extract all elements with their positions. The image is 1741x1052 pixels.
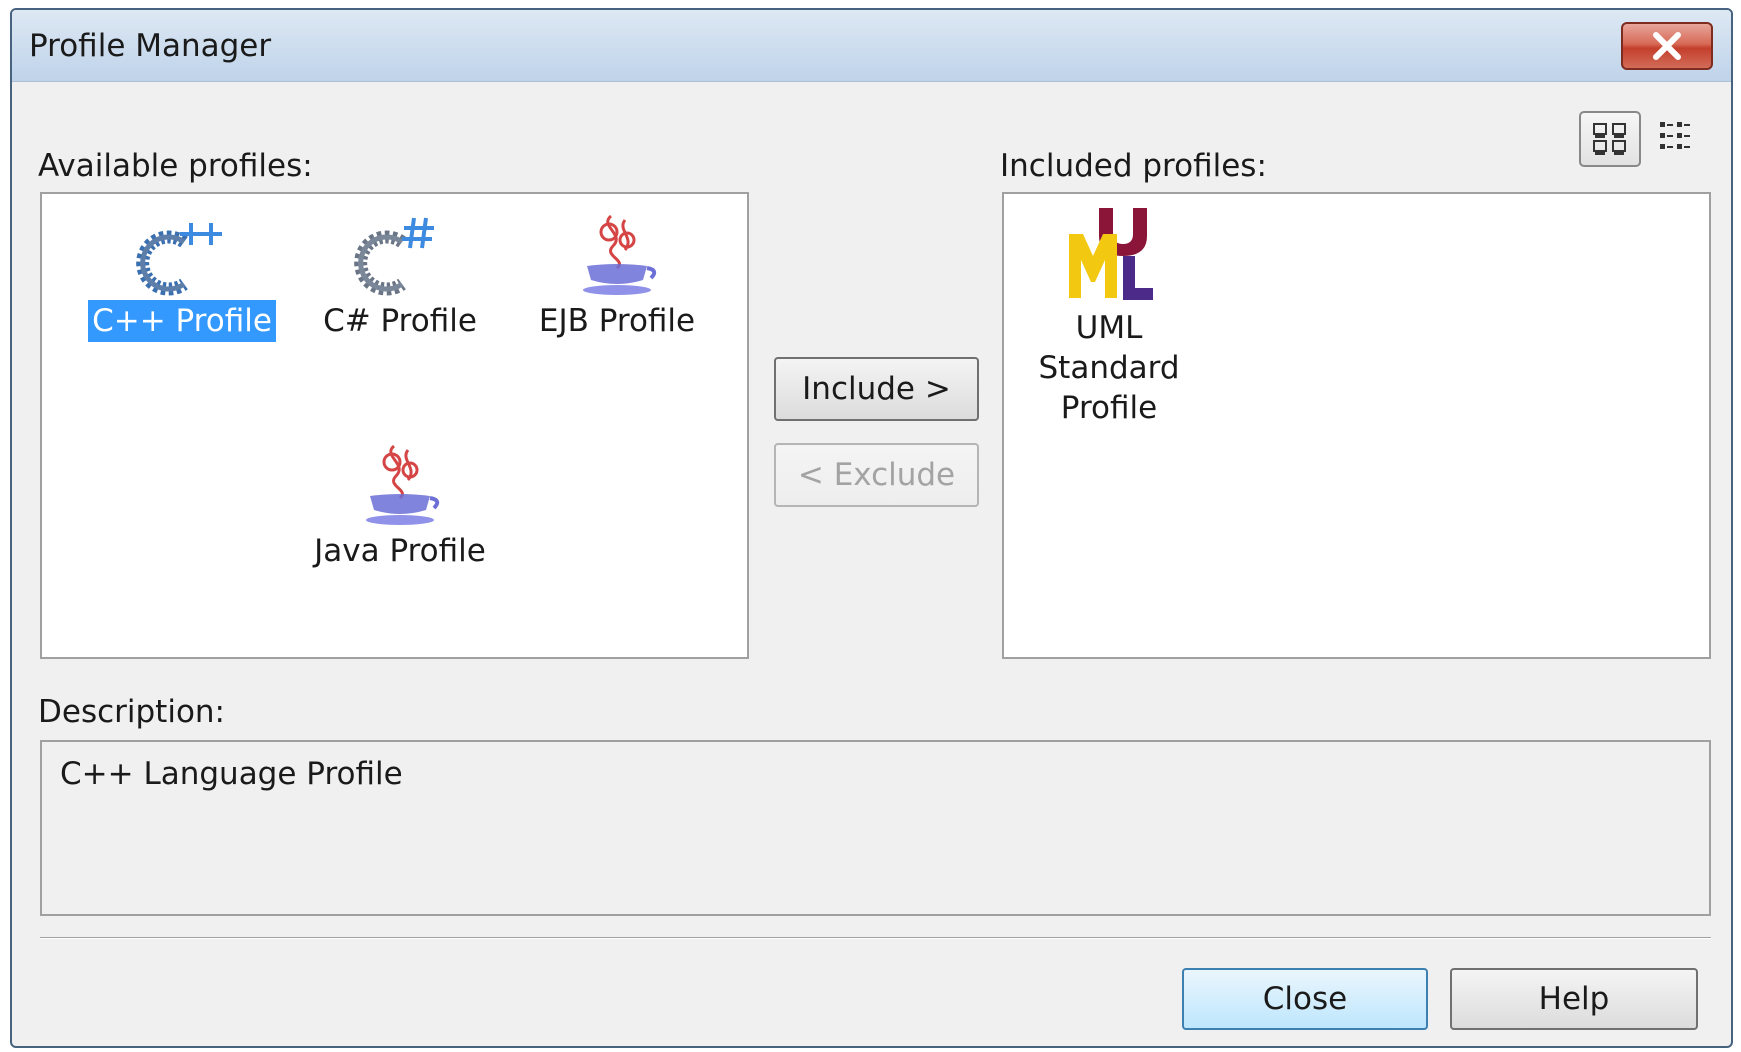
- list-item-label-line2: Profile: [1060, 390, 1158, 426]
- footer-separator: [40, 937, 1711, 939]
- available-profiles-list[interactable]: C++ Profile C# Profile EJB Profile Java …: [40, 192, 749, 659]
- window-title: Profile Manager: [29, 28, 272, 64]
- list-item-java-profile[interactable]: Java Profile: [295, 442, 505, 572]
- list-item-ejb-profile[interactable]: EJB Profile: [512, 212, 722, 342]
- list-item-uml-standard-profile[interactable]: UML Standard Profile: [1004, 204, 1214, 430]
- exclude-button[interactable]: < Exclude: [774, 443, 979, 507]
- list-item-label: C# Profile: [323, 303, 477, 339]
- cpp-icon: [136, 223, 222, 296]
- list-item-label: C++ Profile: [88, 300, 276, 342]
- java-cup-icon: [583, 214, 657, 295]
- description-box: C++ Language Profile: [40, 740, 1711, 916]
- included-profiles-list[interactable]: UML Standard Profile: [1002, 192, 1711, 659]
- profile-manager-dialog: Profile Manager Available profiles: C++ …: [10, 8, 1733, 1048]
- details-view-button[interactable]: [1648, 111, 1710, 167]
- java-cup-icon: [366, 444, 440, 525]
- description-text: C++ Language Profile: [60, 756, 403, 792]
- list-item-cpp-profile[interactable]: C++ Profile: [77, 212, 287, 342]
- details-view-icon: [1660, 122, 1690, 149]
- close-window-button[interactable]: [1621, 22, 1713, 70]
- list-item-label: UML Standard Profile: [1004, 306, 1214, 430]
- list-item-label: Java Profile: [314, 533, 486, 569]
- large-icons-view-icon: [1593, 123, 1626, 155]
- close-icon: [1653, 32, 1681, 60]
- list-item-label: EJB Profile: [538, 303, 696, 339]
- list-item-label-line1: UML Standard: [1038, 310, 1180, 386]
- uml-icon: [1069, 208, 1153, 300]
- csharp-icon: [354, 217, 434, 296]
- title-bar: Profile Manager: [12, 10, 1731, 82]
- large-icons-view-button[interactable]: [1579, 111, 1641, 167]
- close-button[interactable]: Close: [1182, 968, 1428, 1030]
- help-button[interactable]: Help: [1450, 968, 1698, 1030]
- available-profiles-label: Available profiles:: [38, 148, 313, 184]
- description-label: Description:: [38, 694, 225, 730]
- list-item-csharp-profile[interactable]: C# Profile: [295, 212, 505, 342]
- included-profiles-label: Included profiles:: [1000, 148, 1267, 184]
- include-button[interactable]: Include >: [774, 357, 979, 421]
